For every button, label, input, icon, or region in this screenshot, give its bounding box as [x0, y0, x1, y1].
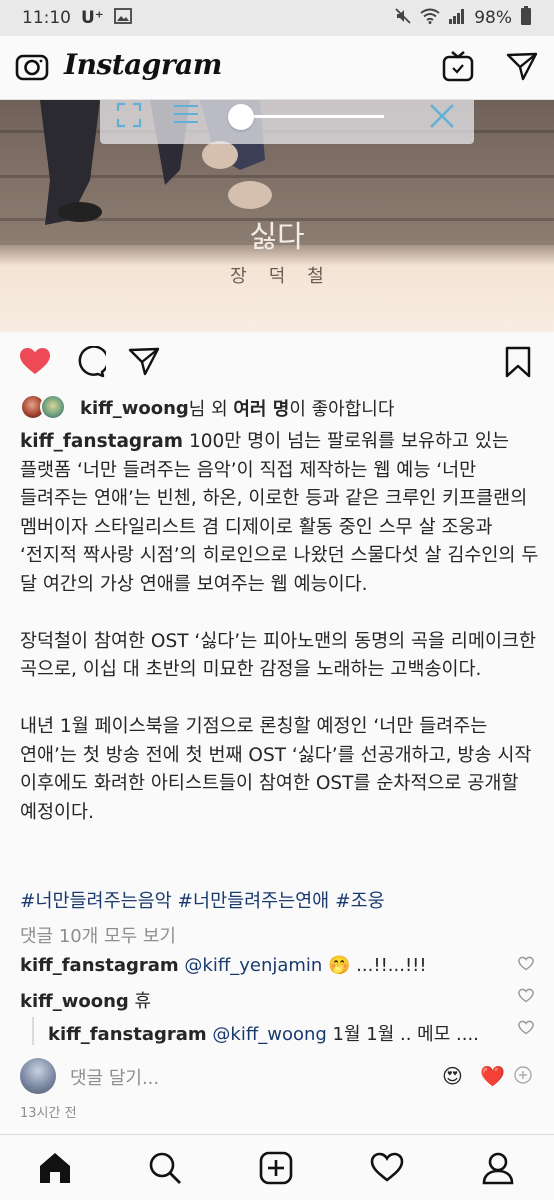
bottom-navigation: [0, 1134, 554, 1200]
menu-icon[interactable]: [172, 102, 200, 130]
reply-item: kiff_fanstagram @kiff_woong 1월 1월 .. 메모 …: [48, 1020, 478, 1046]
artist-name: 장덕철: [230, 266, 346, 287]
post-actions: [0, 340, 554, 384]
comment-icon[interactable]: [74, 345, 110, 382]
status-bar: 11:10 U⁺ 98%: [0, 0, 554, 36]
post-caption: kiff_fanstagram 100만 명이 넘는 팔로워를 보유하고 있는 …: [20, 428, 540, 856]
my-avatar: [20, 1058, 56, 1094]
liker-username[interactable]: kiff_woong: [80, 398, 189, 419]
slider-handle[interactable]: [228, 104, 254, 130]
battery-percent: 98%: [474, 8, 512, 28]
comment-username[interactable]: kiff_fanstagram: [20, 955, 179, 976]
comment-mention[interactable]: @kiff_yenjamin: [184, 955, 322, 976]
post-timestamp: 13시간 전: [20, 1106, 77, 1121]
caption-paragraph: 내년 1월 페이스북을 기점으로 론칭할 예정인 ‘너만 들려주는 연애’는 첫…: [20, 716, 532, 823]
heart-eyes-emoji-button[interactable]: 😍: [442, 1064, 463, 1088]
likes-text: 님 외: [188, 399, 234, 420]
app-header: Instagram: [0, 36, 554, 100]
home-icon[interactable]: [38, 1151, 72, 1189]
comment-text: 1월 1월 .. 메모 ....: [326, 1024, 478, 1045]
comment-item: kiff_woong 휴: [20, 987, 510, 1013]
fullscreen-icon[interactable]: [116, 102, 142, 132]
battery-icon: [520, 5, 532, 31]
comment-input[interactable]: 댓글 달기...: [70, 1064, 159, 1090]
post-media[interactable]: 싫다 장덕철: [0, 100, 554, 332]
clock: 11:10: [22, 8, 71, 28]
likes-others[interactable]: 여러 명: [233, 395, 289, 421]
instagram-logo: Instagram: [64, 48, 222, 81]
likes-suffix: 이 좋아합니다: [289, 399, 395, 420]
hashtags[interactable]: #너만들려주는음악 #너만들려주는연애 #조웅: [20, 887, 385, 913]
liker-avatars: [20, 394, 70, 422]
caption-text: 100만 명이 넘는 팔로워를 보유하고 있는 플랫폼 ‘너만 들려주는 음악’…: [20, 431, 539, 595]
carrier-label: U⁺: [81, 8, 104, 28]
caption-username[interactable]: kiff_fanstagram: [20, 431, 183, 452]
comment-mention[interactable]: @kiff_woong: [212, 1024, 326, 1045]
comment-item: kiff_fanstagram @kiff_yenjamin 🤭 ...!!..…: [20, 955, 510, 976]
comment-username[interactable]: kiff_fanstagram: [48, 1024, 207, 1045]
bookmark-icon[interactable]: [504, 346, 532, 382]
brightness-slider-track[interactable]: [240, 115, 384, 118]
add-emoji-icon[interactable]: [514, 1066, 532, 1088]
red-heart-emoji-button[interactable]: ❤️: [480, 1064, 505, 1088]
signal-icon: [448, 8, 466, 29]
avatar: [40, 394, 66, 420]
song-title: 싫다: [249, 220, 305, 255]
reply-thread-line: [32, 1017, 34, 1045]
view-all-comments-link[interactable]: 댓글 10개 모두 보기: [20, 922, 176, 948]
title-card-background: [0, 245, 554, 332]
wifi-icon: [420, 8, 440, 29]
close-icon[interactable]: [428, 102, 456, 134]
caption-paragraph: 장덕철이 참여한 OST ‘싫다’는 피아노맨의 동명의 곡을 리메이크한 곡으…: [20, 630, 537, 681]
caption-paragraph: kiff_fanstagram 100만 명이 넘는 팔로워를 보유하고 있는 …: [20, 428, 540, 599]
comment-text: 🤭 ...!!...!!!: [322, 955, 427, 976]
gallery-notification-icon: [113, 7, 132, 29]
like-heart-icon[interactable]: [18, 346, 52, 380]
comment-like-icon[interactable]: [518, 988, 534, 1007]
comment-username[interactable]: kiff_woong: [20, 991, 129, 1012]
igtv-icon[interactable]: [440, 48, 476, 84]
add-comment-row: 댓글 달기... 😍 ❤️: [20, 1056, 534, 1096]
direct-message-icon[interactable]: [504, 48, 540, 84]
mute-icon: [394, 7, 412, 30]
comment-like-icon[interactable]: [518, 956, 534, 975]
likes-summary[interactable]: kiff_woong 님 외 여러 명 이 좋아합니다: [20, 394, 394, 422]
comment-text: 휴: [128, 991, 152, 1012]
profile-icon[interactable]: [481, 1151, 515, 1189]
activity-heart-icon[interactable]: [370, 1151, 404, 1187]
new-post-icon[interactable]: [259, 1151, 293, 1189]
share-icon[interactable]: [128, 346, 160, 380]
video-control-overlay: [100, 100, 474, 144]
camera-icon[interactable]: [14, 48, 50, 84]
comment-like-icon[interactable]: [518, 1020, 534, 1039]
search-icon[interactable]: [148, 1151, 182, 1189]
